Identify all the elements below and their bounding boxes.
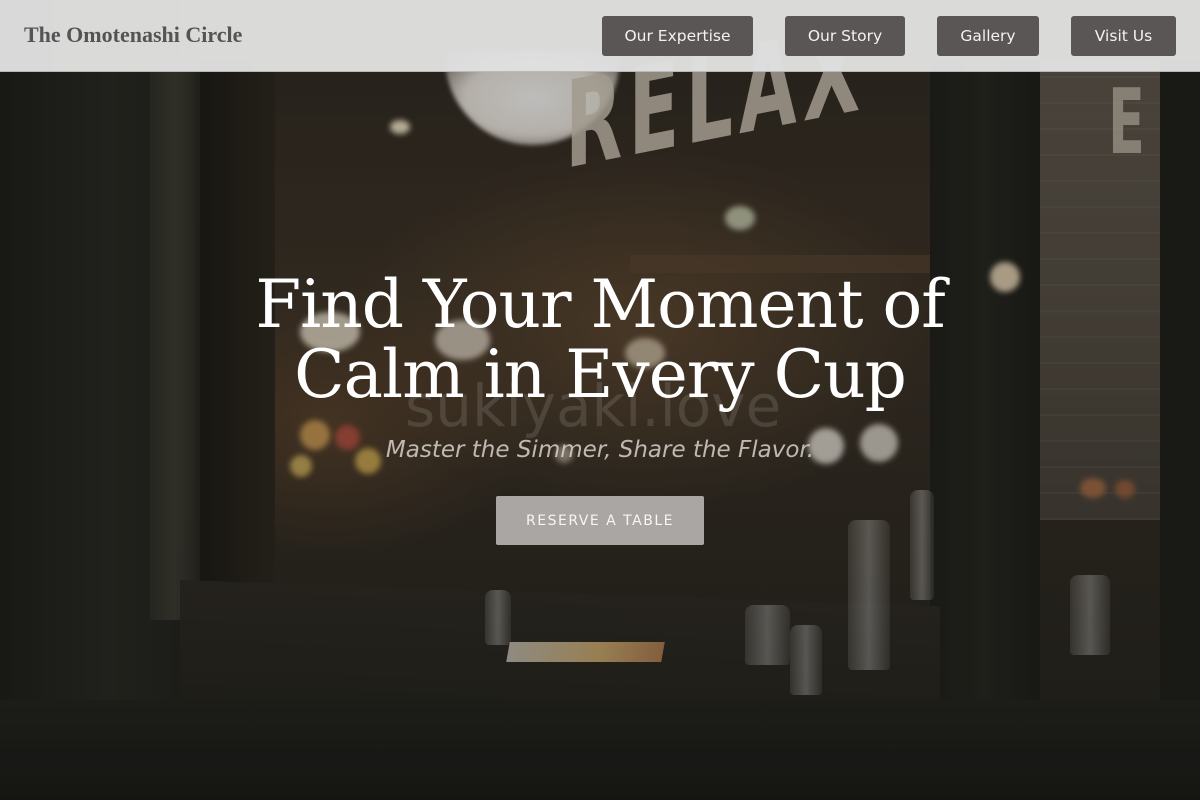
- nav-gallery-button[interactable]: Gallery: [937, 16, 1039, 56]
- site-logo[interactable]: The Omotenashi Circle: [24, 22, 242, 48]
- hero-subtitle: Master the Simmer, Share the Flavor.: [385, 437, 815, 463]
- hero-title-line-2: Calm in Every Cup: [294, 336, 907, 413]
- hero-title-line-1: Find Your Moment of: [255, 266, 945, 343]
- page: RELAX E sukiyaki.love The Omotenashi Cir…: [0, 0, 1200, 800]
- hero-title: Find Your Moment of Calm in Every Cup: [150, 270, 1050, 410]
- reserve-table-button[interactable]: RESERVE A TABLE: [496, 496, 704, 545]
- site-header: The Omotenashi Circle Our Expertise Our …: [0, 0, 1200, 72]
- nav-our-story-button[interactable]: Our Story: [785, 16, 905, 56]
- nav-visit-us-button[interactable]: Visit Us: [1071, 16, 1176, 56]
- nav-our-expertise-button[interactable]: Our Expertise: [602, 16, 753, 56]
